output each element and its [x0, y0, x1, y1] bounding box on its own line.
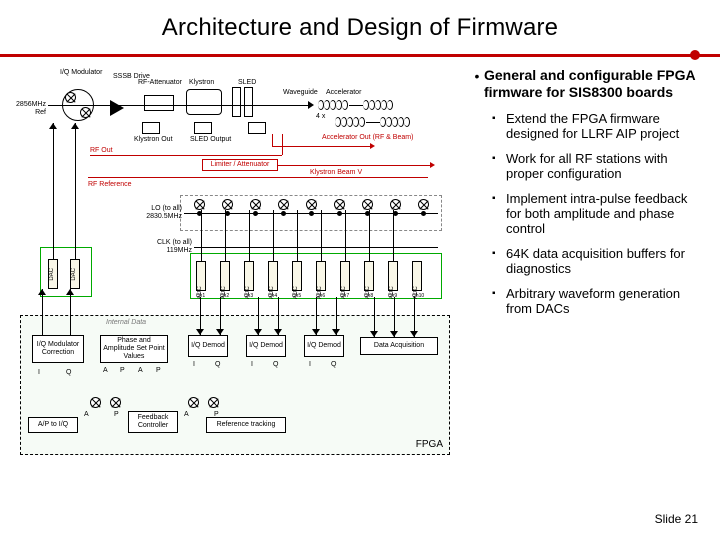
splitter-1 — [142, 122, 160, 134]
sp-ffd-block: Phase and Amplitude Set Point Values — [100, 335, 168, 363]
rf-ref-label: RF Reference — [88, 181, 132, 189]
main-bullet-text: General and configurable FPGA firmware f… — [484, 67, 702, 101]
rule-dot — [690, 50, 700, 60]
accel-coil-3 — [335, 117, 365, 127]
sled-out-label: SLED Output — [190, 136, 231, 144]
feedback-ctrl-block: Feedback Controller — [128, 411, 178, 433]
sub-bullet: ▪Arbitrary waveform generation from DACs — [492, 286, 702, 316]
attenuator-block — [144, 95, 174, 111]
sled-label: SLED — [238, 79, 256, 87]
slide-number: Slide 21 — [655, 512, 698, 526]
internal-data-label: Internal Data — [106, 319, 146, 327]
dac-2: DAC — [70, 259, 80, 289]
sled-block — [232, 87, 254, 117]
fpga-region: FPGA — [20, 315, 450, 455]
main-bullet: • General and configurable FPGA firmware… — [470, 67, 702, 101]
amp-icon — [110, 100, 124, 116]
sub-bullet: ▪64K data acquisition buffers for diagno… — [492, 246, 702, 276]
fpga-label: FPGA — [416, 439, 443, 450]
accel-coil-1 — [318, 100, 348, 110]
accel-out-label: Accelerator Out (RF & Beam) — [322, 134, 413, 142]
ref-track-block: Reference tracking — [206, 417, 286, 433]
dac-1: DAC — [48, 259, 58, 289]
ref-freq-label: 2856MHz Ref — [8, 101, 46, 117]
iq-demod-1: I/Q Demod — [188, 335, 228, 357]
iq-mod-top-label: I/Q Modulator — [60, 69, 102, 77]
accelerator-label: Accelerator — [326, 89, 361, 97]
accel-coil-4 — [380, 117, 410, 127]
rf-att-label: RF-Attenuator — [138, 79, 182, 87]
accel-coil-2 — [363, 100, 393, 110]
lo-label: LO (to all) 2830.5MHz — [142, 205, 182, 221]
waveguide-label: Waveguide — [283, 89, 318, 97]
sub-bullet: ▪Extend the FPGA firmware designed for L… — [492, 111, 702, 141]
accel-count-label: 4 x — [316, 113, 325, 121]
ap-to-iq-block: A/P to I/Q — [28, 417, 78, 433]
klystron-block — [186, 89, 222, 115]
iq-mod-corr-block: I/Q Modulator Correction — [32, 335, 84, 363]
data-acq-block: Data Acquisition — [360, 337, 438, 355]
page-title: Architecture and Design of Firmware — [0, 14, 720, 42]
architecture-diagram: 2856MHz Ref I/Q Modulator SSSB Drive RF-… — [10, 67, 460, 467]
sub-bullet: ▪Implement intra-pulse feedback for both… — [492, 191, 702, 236]
limiter-block: Limiter / Attenuator — [202, 159, 278, 171]
clk-label: CLK (to all) 119MHz — [142, 239, 192, 255]
iq-demod-3: I/Q Demod — [304, 335, 344, 357]
iq-demod-2: I/Q Demod — [246, 335, 286, 357]
klystron-label: Klystron — [189, 79, 214, 87]
splitter-3 — [248, 122, 266, 134]
kly-out-label: Klystron Out — [134, 136, 173, 144]
bullet-dot: • — [470, 67, 484, 101]
rf-out-label: RF Out — [90, 147, 113, 155]
sub-bullet: ▪Work for all RF stations with proper co… — [492, 151, 702, 181]
beam-v-label: Klystron Beam V — [310, 169, 362, 177]
notes-panel: • General and configurable FPGA firmware… — [460, 67, 702, 467]
title-rule — [0, 54, 720, 57]
splitter-2 — [194, 122, 212, 134]
